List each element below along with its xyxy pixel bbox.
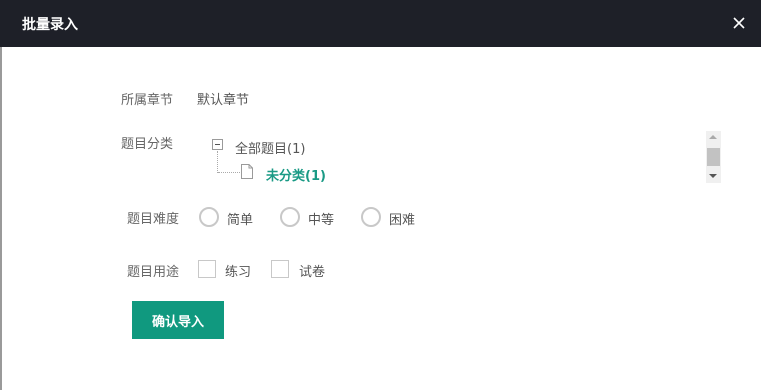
dialog-header: 批量录入: [0, 0, 761, 47]
tree-scrollbar[interactable]: [706, 131, 721, 183]
category-label: 题目分类: [121, 137, 174, 152]
tree-node-uncategorized[interactable]: 未分类(1): [266, 165, 326, 184]
usage-label: 题目用途: [127, 265, 180, 280]
scroll-up-icon[interactable]: [709, 135, 717, 139]
confirm-import-button[interactable]: 确认导入: [132, 301, 224, 339]
tree-node-all-questions[interactable]: 全部题目(1): [235, 138, 305, 157]
collapse-toggle-icon[interactable]: [212, 139, 223, 150]
difficulty-hard-radio[interactable]: [361, 207, 381, 227]
difficulty-label: 题目难度: [127, 212, 180, 227]
usage-exam-label[interactable]: 试卷: [299, 261, 325, 280]
difficulty-medium-label[interactable]: 中等: [308, 209, 334, 228]
chapter-label: 所属章节: [121, 93, 174, 108]
close-icon[interactable]: [728, 12, 750, 34]
tree-connector: [218, 172, 240, 173]
usage-exam-checkbox[interactable]: [271, 260, 289, 278]
usage-practice-checkbox[interactable]: [198, 260, 216, 278]
file-icon: [241, 164, 253, 179]
difficulty-medium-radio[interactable]: [280, 207, 300, 227]
dialog-title: 批量录入: [22, 17, 78, 33]
scroll-down-icon[interactable]: [709, 174, 717, 178]
chapter-value: 默认章节: [197, 93, 250, 108]
usage-practice-label[interactable]: 练习: [225, 261, 251, 280]
scroll-thumb[interactable]: [707, 148, 720, 166]
difficulty-easy-radio[interactable]: [199, 207, 219, 227]
tree-connector: [217, 151, 218, 173]
category-tree: 全部题目(1) 未分类(1): [208, 133, 723, 184]
window-edge: [0, 0, 2, 390]
difficulty-easy-label[interactable]: 简单: [227, 209, 253, 228]
difficulty-hard-label[interactable]: 困难: [389, 209, 415, 228]
